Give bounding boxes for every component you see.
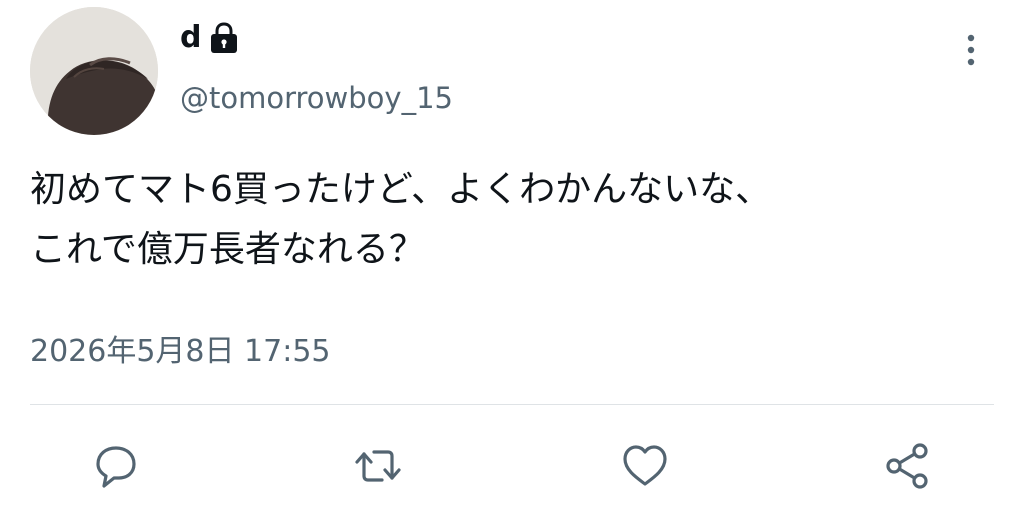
divider	[30, 404, 994, 405]
share-button[interactable]	[882, 440, 934, 492]
reply-icon	[96, 446, 136, 488]
tweet: d @tomorrowboy_15 初めてマト6買ったけど、よくわかんないな、 …	[0, 0, 1024, 527]
retweet-icon	[355, 450, 401, 482]
action-bar	[0, 430, 1024, 500]
avatar-image	[30, 7, 158, 135]
retweet-button[interactable]	[352, 440, 404, 492]
tweet-text-line: 初めてマト6買ったけど、よくわかんないな、	[30, 169, 772, 210]
display-name-text[interactable]: d	[180, 18, 201, 58]
tweet-text: 初めてマト6買ったけど、よくわかんないな、 これで億万長者なれる？	[30, 160, 990, 280]
lock-icon	[207, 21, 241, 55]
heart-icon	[623, 445, 667, 486]
tweet-timestamp[interactable]: 2026年5月8日 17:55	[30, 332, 331, 372]
share-icon	[886, 443, 928, 489]
user-handle[interactable]: @tomorrowboy_15	[180, 78, 453, 118]
more-options-icon[interactable]	[956, 30, 986, 70]
like-button[interactable]	[619, 440, 671, 492]
reply-button[interactable]	[90, 440, 142, 492]
display-name[interactable]: d	[180, 18, 241, 58]
tweet-text-line: これで億万長者なれる？	[30, 229, 425, 270]
avatar[interactable]	[30, 7, 158, 135]
